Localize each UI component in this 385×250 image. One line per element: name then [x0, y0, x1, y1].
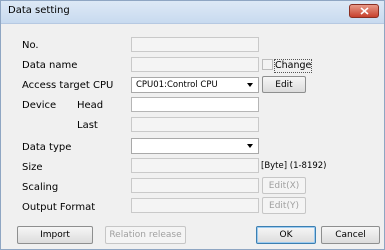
output-format-label: Output Format: [22, 202, 96, 213]
size-field: [131, 158, 259, 173]
dialog-title: Data setting: [8, 5, 70, 16]
data-name-label: Data name: [22, 60, 78, 71]
no-label: No.: [22, 40, 39, 51]
output-format-edit-button[interactable]: Edit(Y): [262, 197, 306, 214]
device-head-input[interactable]: [131, 97, 259, 112]
title-bar: Data setting: [1, 1, 384, 24]
scaling-field: [131, 178, 259, 193]
relation-release-button[interactable]: Relation release: [105, 226, 186, 244]
edit-button[interactable]: Edit: [262, 76, 306, 93]
access-target-cpu-label: Access target CPU: [22, 80, 114, 91]
data-setting-dialog: Data setting No. Data name Change Access…: [0, 0, 385, 250]
scaling-edit-button[interactable]: Edit(X): [262, 177, 306, 194]
chevron-down-icon: [247, 144, 253, 148]
no-field: [131, 37, 259, 52]
data-type-label: Data type: [22, 142, 72, 153]
last-label: Last: [77, 120, 98, 131]
output-format-field: [131, 198, 259, 213]
ok-button[interactable]: OK: [256, 226, 316, 244]
size-unit: [Byte] (1-8192): [261, 161, 327, 171]
import-button[interactable]: Import: [17, 226, 93, 244]
size-label: Size: [22, 162, 43, 173]
data-type-select[interactable]: [131, 138, 259, 154]
scaling-label: Scaling: [22, 182, 59, 193]
close-icon: [359, 7, 369, 15]
close-button[interactable]: [349, 4, 379, 18]
device-last-field: [131, 117, 259, 132]
access-target-cpu-value: CPU01:Control CPU: [136, 80, 218, 90]
chevron-down-icon: [247, 83, 253, 87]
access-target-cpu-select[interactable]: CPU01:Control CPU: [131, 77, 259, 93]
device-label: Device: [22, 100, 57, 111]
data-name-field: [131, 57, 259, 72]
head-label: Head: [77, 100, 104, 111]
change-label: Change: [273, 59, 313, 73]
change-checkbox[interactable]: [262, 59, 273, 70]
cancel-button[interactable]: Cancel: [321, 226, 380, 244]
